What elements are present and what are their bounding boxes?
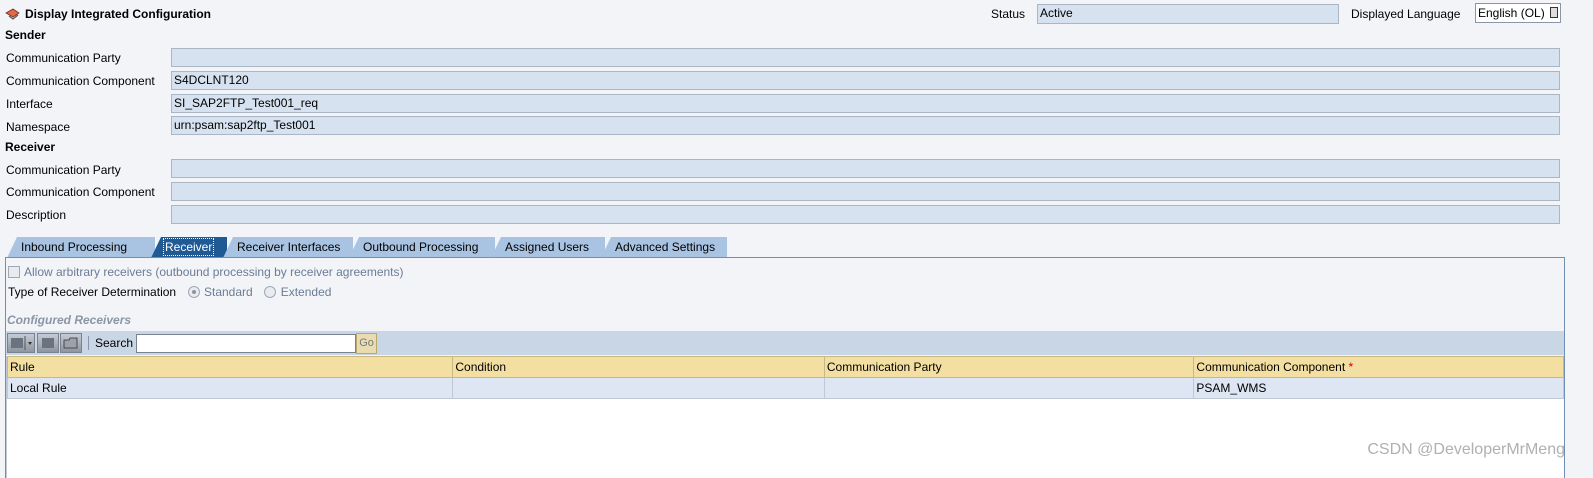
sender-component-field[interactable]: S4DCLNT120 xyxy=(171,71,1560,90)
page-title: Display Integrated Configuration xyxy=(25,7,212,21)
description-field[interactable] xyxy=(171,205,1560,224)
sender-party-field[interactable] xyxy=(171,48,1560,67)
sender-heading: Sender xyxy=(5,28,46,42)
configured-receivers-title: Configured Receivers xyxy=(7,313,132,327)
receiver-party-field[interactable] xyxy=(171,159,1560,178)
open-folder-icon[interactable] xyxy=(60,333,82,353)
sender-component-label: Communication Component xyxy=(6,74,155,88)
cell-party[interactable] xyxy=(823,377,1195,399)
cell-component[interactable]: PSAM_WMS xyxy=(1193,377,1564,399)
receivers-table: Rule Condition Communication Party Commu… xyxy=(6,356,1564,399)
allow-arbitrary-checkbox[interactable] xyxy=(8,266,20,278)
tab-outbound-processing[interactable]: Outbound Processing xyxy=(349,237,495,258)
receivers-table-wrap: Rule Condition Communication Party Commu… xyxy=(6,356,1564,478)
tab-receiver[interactable]: Receiver xyxy=(151,237,227,258)
tab-assigned-users[interactable]: Assigned Users xyxy=(491,237,605,258)
extended-label: Extended xyxy=(280,285,332,299)
insert-row-icon[interactable] xyxy=(7,333,35,353)
sender-interface-field[interactable]: SI_SAP2FTP_Test001_req xyxy=(171,94,1560,113)
table-header-row: Rule Condition Communication Party Commu… xyxy=(6,356,1564,378)
receiver-heading: Receiver xyxy=(5,140,56,154)
sender-party-label: Communication Party xyxy=(6,51,121,65)
tab-inbound-processing[interactable]: Inbound Processing xyxy=(7,237,155,258)
receiver-party-label: Communication Party xyxy=(6,163,121,177)
column-header-rule[interactable]: Rule xyxy=(6,356,454,378)
delete-row-icon[interactable] xyxy=(37,333,59,353)
tab-strip: Inbound Processing Receiver Receiver Int… xyxy=(7,235,727,258)
receiver-component-field[interactable] xyxy=(171,182,1560,201)
search-input[interactable] xyxy=(136,333,357,353)
extended-radio[interactable] xyxy=(263,286,276,298)
determination-label: Type of Receiver Determination xyxy=(8,285,177,299)
dropdown-icon[interactable] xyxy=(1550,7,1558,18)
sender-interface-label: Interface xyxy=(6,97,53,111)
page-header: Display Integrated Configuration xyxy=(5,6,211,22)
cell-rule[interactable]: Local Rule xyxy=(6,377,454,399)
allow-arbitrary-label: Allow arbitrary receivers (outbound proc… xyxy=(24,265,404,279)
column-header-condition[interactable]: Condition xyxy=(452,356,825,378)
cell-condition[interactable] xyxy=(452,377,825,399)
receivers-toolbar: Search Go xyxy=(6,331,1564,355)
watermark: CSDN @DeveloperMrMeng xyxy=(1367,441,1565,458)
allow-arbitrary-row: Allow arbitrary receivers (outbound proc… xyxy=(8,265,404,279)
status-label: Status xyxy=(991,7,1026,21)
determination-row: Type of Receiver Determination Standard … xyxy=(8,285,331,299)
tab-receiver-interfaces[interactable]: Receiver Interfaces xyxy=(223,237,353,258)
table-row[interactable]: Local Rule PSAM_WMS xyxy=(6,377,1564,399)
standard-label: Standard xyxy=(204,285,253,299)
sender-namespace-label: Namespace xyxy=(6,120,71,134)
tab-advanced-settings[interactable]: Advanced Settings xyxy=(601,237,727,258)
receiver-component-label: Communication Component xyxy=(6,185,155,199)
column-header-component[interactable]: Communication Component * xyxy=(1193,356,1564,378)
toolbar-divider xyxy=(88,336,89,350)
displayed-language-label: Displayed Language xyxy=(1351,7,1461,21)
language-dropdown[interactable]: English (OL) xyxy=(1475,3,1561,23)
description-label: Description xyxy=(6,208,67,222)
standard-radio[interactable] xyxy=(188,286,200,298)
status-field: Active xyxy=(1037,4,1339,24)
go-button[interactable]: Go xyxy=(356,332,378,354)
required-mark: * xyxy=(1348,360,1354,374)
column-header-party[interactable]: Communication Party xyxy=(823,356,1195,378)
language-value: English (OL) xyxy=(1478,6,1545,20)
search-label: Search xyxy=(95,336,134,350)
configuration-icon xyxy=(5,7,21,21)
sender-namespace-field[interactable]: urn:psam:sap2ftp_Test001 xyxy=(171,116,1560,135)
